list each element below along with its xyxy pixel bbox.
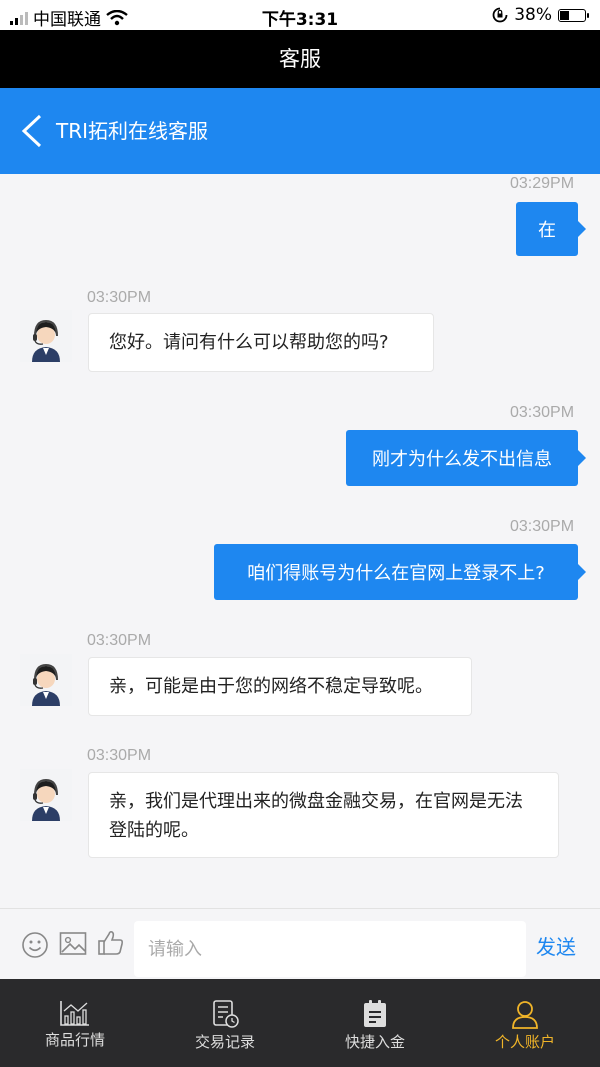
battery-percent: 38% [514,5,552,25]
chat-title: TRI拓利在线客服 [56,119,209,143]
outgoing-message-bubble[interactable]: 在 [516,202,586,256]
back-arrow-icon[interactable] [20,113,44,149]
incoming-message-bubble[interactable]: 您好。请问有什么可以帮助您的吗? [88,313,434,372]
tab-label: 个人账户 [494,1033,555,1051]
message-input[interactable] [134,921,526,977]
thumbs-up-icon[interactable] [97,929,125,957]
user-icon [512,1001,538,1029]
agent-avatar [20,310,72,362]
message-timestamp: 03:29PM [510,175,575,192]
agent-avatar [20,654,72,706]
tab-personal-account[interactable]: 个人账户 [450,979,600,1067]
battery-icon [558,8,589,22]
tab-market[interactable]: 商品行情 [0,979,150,1067]
message-timestamp: 03:30PM [510,518,575,535]
input-bar: 发送 [0,908,600,979]
chart-icon [60,1001,89,1026]
page-title: 客服 [0,30,600,88]
emoji-icon[interactable] [21,931,49,959]
message-timestamp: 03:30PM [87,289,152,306]
tab-label: 商品行情 [44,1031,105,1049]
chat-header: TRI拓利在线客服 [0,88,600,174]
send-button[interactable]: 发送 [536,931,576,960]
bottom-tab-bar: 商品行情 交易记录 快捷入金 个人账户 [0,979,600,1067]
tab-label: 快捷入金 [344,1033,405,1051]
tab-quick-deposit[interactable]: 快捷入金 [300,979,450,1067]
rotation-lock-icon [492,7,508,23]
message-timestamp: 03:30PM [87,632,152,649]
chat-area[interactable]: 03:29PM 在 03:30PM 您好。请问有什么可以帮助您的吗? 03:30… [0,174,600,908]
status-bar: 中国联通 下午3:31 38% [0,0,600,30]
record-icon [213,1000,239,1028]
outgoing-message-bubble[interactable]: 刚才为什么发不出信息 [346,430,586,486]
tab-label: 交易记录 [194,1033,255,1051]
incoming-message-bubble[interactable]: 亲，我们是代理出来的微盘金融交易，在官网是无法登陆的呢。 [88,772,559,858]
image-icon[interactable] [59,931,87,957]
incoming-message-bubble[interactable]: 亲，可能是由于您的网络不稳定导致呢。 [88,657,472,716]
outgoing-message-bubble[interactable]: 咱们得账号为什么在官网上登录不上? [214,544,586,600]
message-timestamp: 03:30PM [87,747,152,764]
tab-trade-records[interactable]: 交易记录 [150,979,300,1067]
message-timestamp: 03:30PM [510,404,575,421]
deposit-icon [364,1000,386,1027]
battery-level [560,10,569,20]
agent-avatar [20,769,72,821]
